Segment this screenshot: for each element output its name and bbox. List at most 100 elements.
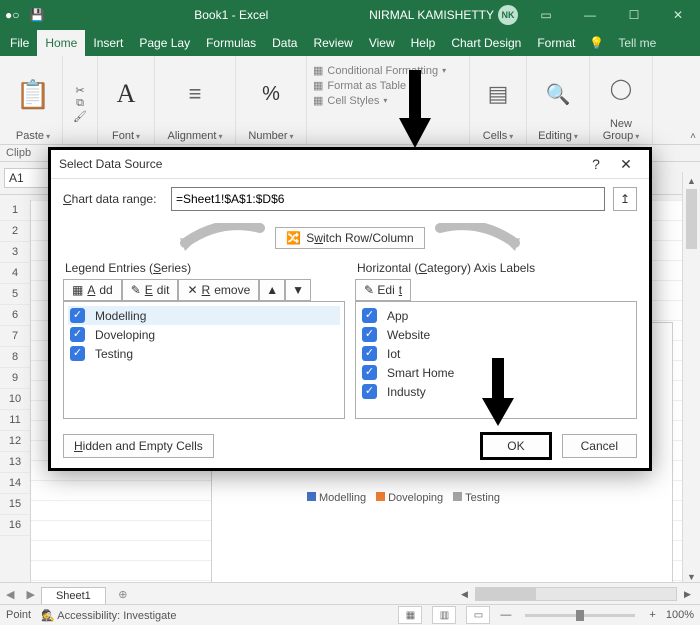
- tab-file[interactable]: File: [2, 30, 37, 56]
- dialog-help-button[interactable]: ?: [581, 156, 611, 172]
- formatpainter-icon[interactable]: 🖌: [73, 110, 87, 123]
- row-header[interactable]: 7: [0, 326, 30, 347]
- checkbox-icon[interactable]: ✓: [362, 308, 377, 323]
- maximize-button[interactable]: ☐: [612, 0, 656, 30]
- checkbox-icon[interactable]: ✓: [362, 327, 377, 342]
- tab-help[interactable]: Help: [403, 30, 444, 56]
- move-down-button[interactable]: ▼: [285, 279, 311, 301]
- zoom-in-button[interactable]: +: [649, 609, 655, 621]
- hscroll-track[interactable]: [475, 587, 677, 601]
- tab-data[interactable]: Data: [264, 30, 305, 56]
- accessibility-status[interactable]: 🕵 Accessibility: Investigate: [41, 609, 176, 622]
- checkbox-icon[interactable]: ✓: [70, 346, 85, 361]
- row-header[interactable]: 16: [0, 515, 30, 536]
- zoom-out-button[interactable]: —: [500, 609, 511, 621]
- group-newgroup[interactable]: ◯ New Group: [590, 56, 653, 144]
- row-header[interactable]: 12: [0, 431, 30, 452]
- paste-label[interactable]: Paste: [16, 128, 50, 142]
- view-normal-icon[interactable]: ▦: [398, 606, 422, 624]
- tab-review[interactable]: Review: [305, 30, 360, 56]
- tab-formulas[interactable]: Formulas: [198, 30, 264, 56]
- format-as-table-button[interactable]: ▦ Format as Table ▾: [313, 79, 463, 92]
- range-picker-icon[interactable]: ↥: [613, 187, 637, 211]
- row-header[interactable]: 15: [0, 494, 30, 515]
- zoom-slider-knob[interactable]: [576, 610, 584, 621]
- scroll-thumb[interactable]: [686, 189, 697, 249]
- tellme-bulb-icon[interactable]: 💡: [583, 30, 610, 56]
- sheet-nav-next-icon[interactable]: ▶: [20, 588, 40, 601]
- view-pagebreak-icon[interactable]: ▭: [466, 606, 490, 624]
- group-number[interactable]: % Number: [236, 56, 307, 144]
- row-header[interactable]: 10: [0, 389, 30, 410]
- checkbox-icon[interactable]: ✓: [362, 346, 377, 361]
- vertical-scrollbar[interactable]: ▲ ▼: [682, 172, 700, 585]
- tab-pagelayout[interactable]: Page Lay: [131, 30, 198, 56]
- scroll-up-icon[interactable]: ▲: [683, 172, 700, 189]
- row-header[interactable]: 2: [0, 221, 30, 242]
- checkbox-icon[interactable]: ✓: [362, 384, 377, 399]
- row-header[interactable]: 13: [0, 452, 30, 473]
- checkbox-icon[interactable]: ✓: [362, 365, 377, 380]
- close-button[interactable]: ✕: [656, 0, 700, 30]
- switch-row-column-button[interactable]: 🔀 Switch Row/Column Switch Row/Column: [275, 227, 424, 249]
- tab-format[interactable]: Format: [529, 30, 583, 56]
- autosave-toggle[interactable]: ●○: [0, 8, 25, 22]
- row-header[interactable]: 9: [0, 368, 30, 389]
- series-row[interactable]: ✓Testing: [68, 344, 340, 363]
- group-alignment[interactable]: ≡ Alignment: [155, 56, 236, 144]
- group-font[interactable]: A Font: [98, 56, 155, 144]
- row-header[interactable]: 11: [0, 410, 30, 431]
- group-cells[interactable]: ▤ Cells: [470, 56, 527, 144]
- cell-styles-button[interactable]: ▦ Cell Styles ▾: [313, 94, 463, 107]
- add-series-button[interactable]: ▦ AddAdd: [63, 279, 122, 301]
- category-row[interactable]: ✓App: [360, 306, 632, 325]
- hscroll-left-icon[interactable]: ◀: [456, 589, 473, 600]
- view-pagelayout-icon[interactable]: ▥: [432, 606, 456, 624]
- row-header[interactable]: 6: [0, 305, 30, 326]
- tab-home[interactable]: Home: [37, 30, 85, 56]
- series-listbox[interactable]: ✓Modelling ✓Doveloping ✓Testing: [63, 301, 345, 419]
- minimize-button[interactable]: —: [568, 0, 612, 30]
- category-row[interactable]: ✓Website: [360, 325, 632, 344]
- row-header[interactable]: 5: [0, 284, 30, 305]
- paste-icon[interactable]: 📋: [16, 60, 51, 128]
- zoom-slider[interactable]: [525, 614, 635, 617]
- tab-chartdesign[interactable]: Chart Design: [443, 30, 529, 56]
- series-row[interactable]: ✓Modelling: [68, 306, 340, 325]
- ribbon-display-options-icon[interactable]: ▭: [524, 0, 568, 30]
- checkbox-icon[interactable]: ✓: [70, 308, 85, 323]
- edit-category-button[interactable]: ✎ EditEdit: [355, 279, 411, 301]
- hscroll-thumb[interactable]: [476, 588, 536, 600]
- zoom-level[interactable]: 100%: [666, 609, 694, 621]
- remove-series-button[interactable]: ✕ RemoveRemove: [178, 279, 259, 301]
- ribbon-collapse-icon[interactable]: ˄: [653, 56, 700, 144]
- group-editing[interactable]: 🔍 Editing: [527, 56, 590, 144]
- tab-tellme[interactable]: Tell me: [610, 30, 664, 56]
- new-sheet-button[interactable]: ⊕: [114, 585, 132, 603]
- edit-series-button[interactable]: ✎ EditEdit: [122, 279, 179, 301]
- dialog-close-button[interactable]: ✕: [611, 156, 641, 173]
- horizontal-scrollbar[interactable]: ◀ ▶: [132, 587, 700, 601]
- tab-view[interactable]: View: [361, 30, 403, 56]
- cut-icon[interactable]: ✂: [75, 84, 84, 97]
- cancel-button[interactable]: Cancel: [562, 434, 637, 458]
- user-name-label[interactable]: NIRMAL KAMISHETTY NK: [363, 5, 524, 25]
- conditional-formatting-button[interactable]: ▦ Conditional Formatting ▾: [313, 64, 463, 77]
- sheet-tab[interactable]: Sheet1: [41, 587, 106, 604]
- hscroll-right-icon[interactable]: ▶: [679, 589, 696, 600]
- series-row[interactable]: ✓Doveloping: [68, 325, 340, 344]
- row-header[interactable]: 1: [0, 200, 30, 221]
- tab-insert[interactable]: Insert: [85, 30, 131, 56]
- sheet-nav-prev-icon[interactable]: ◀: [0, 588, 20, 601]
- checkbox-icon[interactable]: ✓: [70, 327, 85, 342]
- copy-icon[interactable]: ⧉: [76, 97, 84, 110]
- row-header[interactable]: 8: [0, 347, 30, 368]
- save-icon[interactable]: 💾: [25, 8, 50, 22]
- row-header[interactable]: 14: [0, 473, 30, 494]
- row-header[interactable]: 4: [0, 263, 30, 284]
- ok-button[interactable]: OK: [480, 432, 551, 460]
- chart-data-range-input[interactable]: [171, 187, 605, 211]
- hidden-cells-button[interactable]: Hidden and Empty CellsHidden and Empty C…: [63, 434, 214, 458]
- move-up-button[interactable]: ▲: [259, 279, 285, 301]
- row-header[interactable]: 3: [0, 242, 30, 263]
